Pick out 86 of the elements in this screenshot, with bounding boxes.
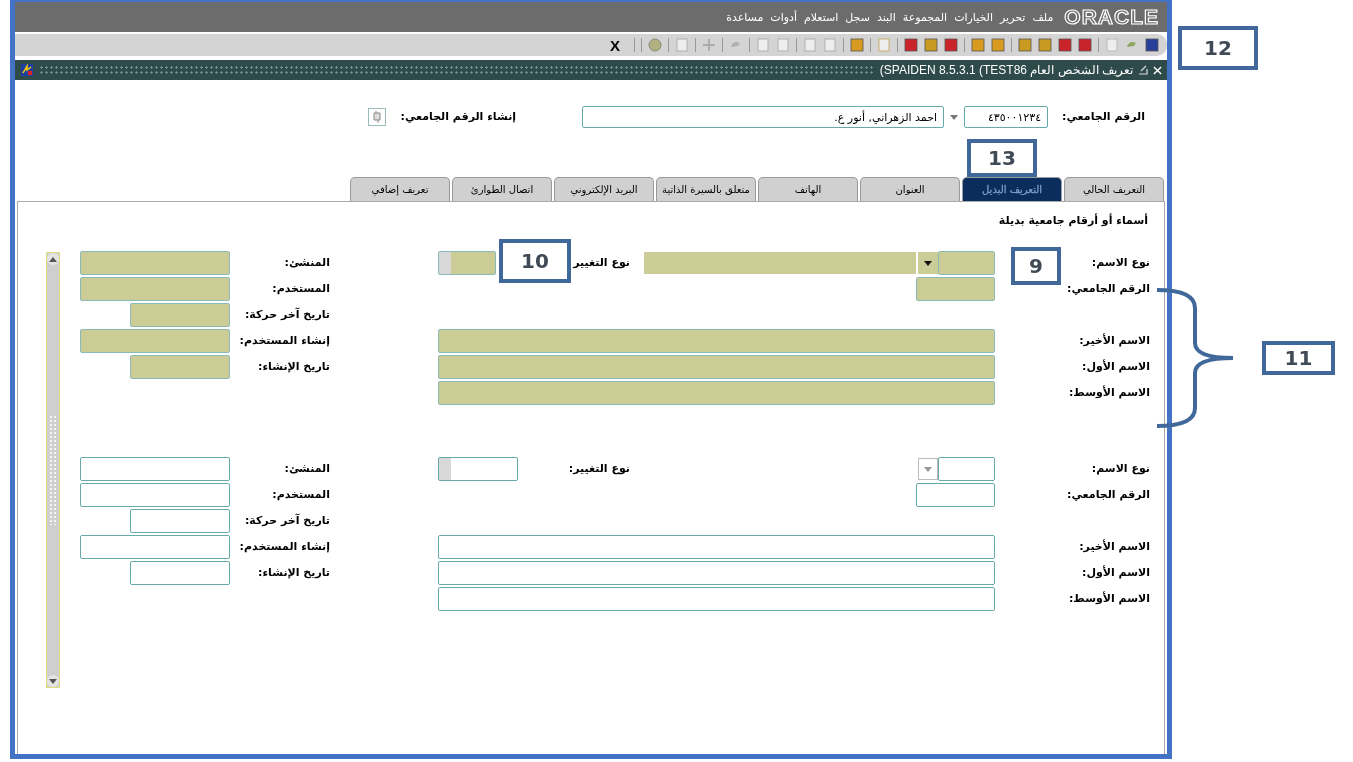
id-field[interactable] bbox=[916, 277, 995, 301]
tab[interactable]: العنوان bbox=[860, 177, 960, 201]
middle-name-field[interactable] bbox=[438, 381, 995, 405]
tab[interactable]: التعريف البديل bbox=[962, 177, 1062, 201]
tab[interactable]: تعريف إضافي bbox=[350, 177, 450, 201]
scrollbar[interactable] bbox=[46, 252, 60, 688]
close-icon[interactable] bbox=[1153, 65, 1162, 75]
field-label: المنشئ: bbox=[284, 461, 330, 477]
menu-item[interactable]: ملف bbox=[1032, 10, 1054, 24]
generate-id-button[interactable] bbox=[368, 108, 387, 126]
field-label: تاريخ آخر حركة: bbox=[244, 513, 330, 529]
create-user-field[interactable] bbox=[80, 329, 230, 353]
exit-button[interactable]: X bbox=[610, 36, 620, 54]
date-field[interactable] bbox=[130, 355, 230, 379]
last-name-field[interactable] bbox=[438, 535, 995, 559]
date-field[interactable] bbox=[130, 561, 230, 585]
menu-item[interactable]: البند bbox=[876, 10, 896, 24]
crosshair-icon[interactable] bbox=[702, 38, 716, 52]
user-field[interactable] bbox=[80, 277, 230, 301]
scroll-up-icon[interactable] bbox=[49, 256, 57, 262]
brace-icon bbox=[1155, 288, 1235, 428]
scroll-down-icon[interactable] bbox=[49, 678, 57, 684]
menu-item[interactable]: تحرير bbox=[1000, 10, 1026, 24]
section-title: أسماء أو أرقام جامعية بديلة bbox=[997, 212, 1149, 227]
origin-field[interactable] bbox=[80, 251, 230, 275]
field-label: الرقم الجامعي: bbox=[1067, 487, 1150, 503]
tab[interactable]: التعريف الحالي bbox=[1064, 177, 1164, 201]
field-label: الاسم الأوسط: bbox=[1068, 591, 1150, 607]
callout-box: 9 bbox=[1011, 247, 1061, 285]
menu-item[interactable]: أدوات bbox=[770, 10, 797, 24]
field-label: نوع التغيير: bbox=[568, 461, 631, 477]
field-label: الاسم الأوسط: bbox=[1068, 385, 1150, 401]
field-label: نوع الاسم: bbox=[1091, 461, 1150, 477]
field-label: الاسم الأول: bbox=[1082, 359, 1150, 375]
field-label: إنشاء المستخدم: bbox=[239, 333, 330, 349]
tab[interactable]: البريد الإلكتروني bbox=[554, 177, 654, 201]
create-user-field[interactable] bbox=[80, 535, 230, 559]
field-label: المستخدم: bbox=[272, 281, 330, 297]
menu-item[interactable]: مساعدة bbox=[726, 10, 764, 24]
first-name-field[interactable] bbox=[438, 355, 995, 379]
field-label: تاريخ الإنشاء: bbox=[258, 565, 330, 581]
user-field[interactable] bbox=[80, 483, 230, 507]
tab[interactable]: اتصال الطوارئ bbox=[452, 177, 552, 201]
id-field[interactable]: ٤٣٥٠٠١٢٣٤ bbox=[964, 106, 1049, 128]
tab[interactable]: متعلق بالسيرة الذاتية bbox=[656, 177, 756, 201]
menu-item[interactable]: الخيارات bbox=[954, 10, 994, 24]
caret-icon bbox=[950, 114, 959, 120]
name-type-field[interactable] bbox=[938, 457, 995, 481]
name-type-field[interactable] bbox=[938, 251, 995, 275]
field-label: تاريخ آخر حركة: bbox=[244, 307, 330, 323]
change-type-field[interactable] bbox=[438, 251, 496, 275]
menu-item[interactable]: استعلام bbox=[804, 10, 839, 24]
date-field[interactable] bbox=[130, 303, 230, 327]
callout-box: 13 bbox=[967, 139, 1037, 177]
window-title: (SPAIDEN 8.5.3.1 (TEST86 تعريف الشخص العام bbox=[879, 63, 1133, 77]
origin-field[interactable] bbox=[80, 457, 230, 481]
change-type-field[interactable] bbox=[438, 457, 518, 481]
field-label: إنشاء الرقم الجامعي: bbox=[400, 109, 517, 125]
field-label: الاسم الأول: bbox=[1082, 565, 1150, 581]
tab[interactable]: الهاتف bbox=[758, 177, 858, 201]
callout-box: 12 bbox=[1178, 26, 1258, 70]
field-label: نوع الاسم: bbox=[1091, 255, 1150, 271]
first-name-field[interactable] bbox=[438, 561, 995, 585]
field-label: الرقم الجامعي: bbox=[1062, 109, 1145, 125]
field-label: المستخدم: bbox=[272, 487, 330, 503]
callout-box: 10 bbox=[499, 239, 571, 283]
dropdown-button[interactable] bbox=[918, 252, 938, 274]
menu-item[interactable]: سجل bbox=[845, 10, 870, 24]
menu-item[interactable]: المجموعة bbox=[902, 10, 948, 24]
field-label: المنشئ: bbox=[284, 255, 330, 271]
field-label: الرقم الجامعي: bbox=[1067, 281, 1150, 297]
oracle-logo: ORACLE bbox=[1064, 5, 1159, 29]
caret-icon bbox=[924, 466, 932, 472]
field-label: إنشاء المستخدم: bbox=[239, 539, 330, 555]
last-name-field[interactable] bbox=[438, 329, 995, 353]
app-icon bbox=[20, 63, 34, 77]
name-field[interactable]: احمد الزهراني, أنور ع. bbox=[582, 106, 945, 128]
caret-icon bbox=[924, 260, 932, 266]
field-label: نوع التغيير bbox=[573, 255, 631, 271]
field-label: الاسم الأخير: bbox=[1079, 539, 1150, 555]
callout-box: 11 bbox=[1262, 341, 1335, 375]
field-label: تاريخ الإنشاء: bbox=[258, 359, 330, 375]
id-field[interactable] bbox=[916, 483, 995, 507]
field-label: الاسم الأخير: bbox=[1079, 333, 1150, 349]
middle-name-field[interactable] bbox=[438, 587, 995, 611]
date-field[interactable] bbox=[130, 509, 230, 533]
